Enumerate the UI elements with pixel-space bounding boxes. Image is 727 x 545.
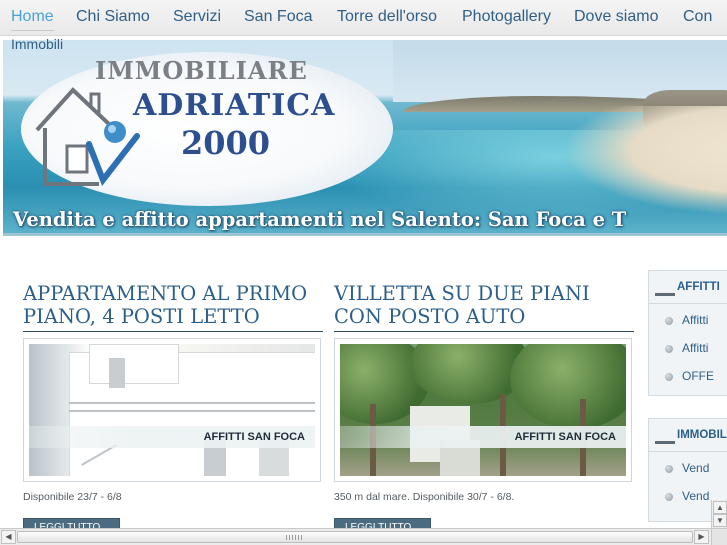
listing-title-link[interactable]: APPARTAMENTO AL PRIMO PIANO, 4 POSTI LET… <box>23 282 323 332</box>
sidebar-title-bar <box>655 441 675 444</box>
bullet-icon <box>665 317 673 325</box>
divider <box>649 303 727 304</box>
banner-beach <box>563 106 727 216</box>
nav-servizi[interactable]: Servizi <box>173 8 221 26</box>
sidebar-item-vendita-2[interactable]: Vend <box>665 489 709 503</box>
brand-line-1: IMMOBILIARE <box>95 56 308 85</box>
listing-title-line-1: APPARTAMENTO AL PRIMO <box>23 282 308 305</box>
sidebar-item-affitti-1[interactable]: Affitti <box>665 313 708 327</box>
nav-contatti[interactable]: Con <box>683 8 712 26</box>
nav-dove-siamo[interactable]: Dove siamo <box>574 8 658 26</box>
nav-torre-dell-orso[interactable]: Torre dell'orso <box>337 8 437 26</box>
sidebar-title: IMMOBILI <box>677 429 727 441</box>
divider <box>649 451 727 452</box>
sidebar-item-label: Vend <box>682 461 710 475</box>
bullet-icon <box>665 465 673 473</box>
nav-immobili[interactable]: Immobili <box>11 36 63 52</box>
brand-line-3: 2000 <box>181 124 271 162</box>
nav-home[interactable]: Home <box>11 8 54 31</box>
sidebar-item-label: Affitti <box>682 341 709 355</box>
bullet-icon <box>665 345 673 353</box>
scroll-up-arrow-icon[interactable]: ▲ <box>713 501 727 514</box>
nav-san-foca[interactable]: San Foca <box>244 8 312 26</box>
listing-image-frame[interactable]: AFFITTI SAN FOCA <box>23 338 321 482</box>
nav-chi-siamo[interactable]: Chi Siamo <box>76 8 150 26</box>
listing-title-line-2: CON POSTO AUTO <box>334 305 526 328</box>
sidebar-item-vendita-1[interactable]: Vend <box>665 461 709 475</box>
sidebar-item-affitti-2[interactable]: Affitti <box>665 341 708 355</box>
sidebar-title: AFFITTI <box>677 281 720 293</box>
scroll-left-arrow-icon[interactable]: ◀ <box>1 530 16 544</box>
sidebar-title-bar <box>655 293 675 296</box>
scrollbar-corner <box>711 528 727 545</box>
listing-description: 350 m dal mare. Disponibile 30/7 - 6/8. <box>334 491 515 503</box>
sidebar-item-label: Vend <box>682 489 710 503</box>
scroll-down-arrow-icon[interactable]: ▼ <box>713 514 727 527</box>
listing-description: Disponibile 23/7 - 6/8 <box>23 491 122 503</box>
horizontal-scroll-thumb[interactable] <box>17 531 693 543</box>
banner-divider <box>3 233 727 236</box>
listing-image-label: AFFITTI SAN FOCA <box>29 426 315 448</box>
sidebar-item-offerte[interactable]: OFFE <box>665 369 714 383</box>
sidebar-item-label: Affitti <box>682 313 709 327</box>
header-banner: IMMOBILIARE ADRIATICA 2000 Vendita e aff… <box>3 40 727 236</box>
listing-photo-apartment: AFFITTI SAN FOCA <box>29 344 315 476</box>
scroll-right-arrow-icon[interactable]: ▶ <box>694 530 709 544</box>
listing-title-line-2: PIANO, 4 POSTI LETTO <box>23 305 260 328</box>
sidebar-box-affitti: AFFITTI Affitti Affitti OFFE <box>648 270 727 396</box>
sidebar-item-label: OFFE <box>682 369 714 383</box>
listing-card: APPARTAMENTO AL PRIMO PIANO, 4 POSTI LET… <box>23 282 323 534</box>
bullet-icon <box>665 493 673 501</box>
grip-icon <box>286 535 302 540</box>
vertical-scrollbar[interactable]: ▲ ▼ <box>711 500 727 528</box>
listing-title-link[interactable]: VILLETTA SU DUE PIANI CON POSTO AUTO <box>334 282 634 332</box>
listing-photo-villa: AFFITTI SAN FOCA <box>340 344 626 476</box>
banner-caption: Vendita e affitto appartamenti nel Salen… <box>13 208 627 231</box>
listing-image-label: AFFITTI SAN FOCA <box>340 426 626 448</box>
listing-image-frame[interactable]: AFFITTI SAN FOCA <box>334 338 632 482</box>
top-navigation: Home Chi Siamo Servizi San Foca Torre de… <box>0 0 727 36</box>
listing-card: VILLETTA SU DUE PIANI CON POSTO AUTO AFF… <box>334 282 634 534</box>
brand-line-2: ADRIATICA <box>133 88 336 123</box>
listing-title-line-1: VILLETTA SU DUE PIANI <box>334 282 590 305</box>
nav-photogallery[interactable]: Photogallery <box>462 8 551 26</box>
bullet-icon <box>665 373 673 381</box>
horizontal-scrollbar[interactable]: ◀ ▶ <box>0 528 727 545</box>
